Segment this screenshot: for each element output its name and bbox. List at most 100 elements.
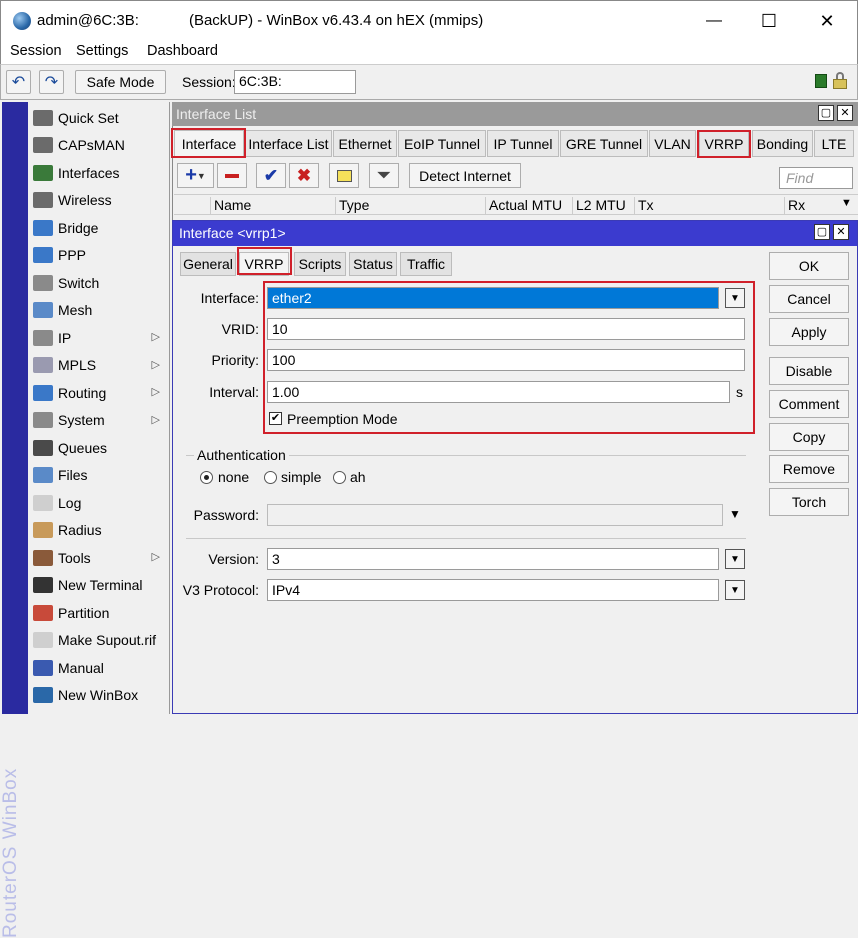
sidebar-item-tools[interactable]: Tools ▷ <box>28 544 170 571</box>
auth-none-radio[interactable] <box>200 471 213 484</box>
v3-protocol-dropdown-icon[interactable]: ▼ <box>725 580 745 600</box>
interface-select[interactable]: ether2 <box>267 287 719 309</box>
tab-interface[interactable]: Interface <box>174 130 244 157</box>
restore-icon[interactable]: ▢ <box>818 105 834 121</box>
column-menu-icon[interactable]: ▼ <box>838 197 858 214</box>
sidebar-item-quick-set[interactable]: Quick Set <box>28 104 170 131</box>
sidebar-item-new-terminal[interactable]: New Terminal <box>28 572 170 599</box>
auth-ah-radio[interactable] <box>333 471 346 484</box>
undo-icon[interactable]: ↶ <box>6 70 31 94</box>
sidebar-item-ip[interactable]: IP ▷ <box>28 324 170 351</box>
password-expand-icon[interactable]: ▼ <box>729 507 741 521</box>
sidebar-item-capsman[interactable]: CAPsMAN <box>28 132 170 159</box>
detect-internet-button[interactable]: Detect Internet <box>409 163 521 188</box>
sidebar-item-mesh[interactable]: Mesh <box>28 297 170 324</box>
tab-ethernet[interactable]: Ethernet <box>333 130 397 157</box>
sidebar-item-manual[interactable]: Manual <box>28 654 170 681</box>
find-input[interactable]: Find <box>779 167 853 189</box>
tab-ip-tunnel[interactable]: IP Tunnel <box>487 130 559 157</box>
tab-eoip-tunnel[interactable]: EoIP Tunnel <box>398 130 486 157</box>
disable-icon[interactable]: ✖ <box>289 163 319 188</box>
preemption-checkbox[interactable]: ✔ <box>269 412 282 425</box>
apply-button[interactable]: Apply <box>769 318 849 346</box>
column-l2-mtu[interactable]: L2 MTU <box>572 197 634 214</box>
supout-icon <box>33 632 53 648</box>
enable-icon[interactable]: ✔ <box>256 163 286 188</box>
copy-button[interactable]: Copy <box>769 423 849 451</box>
version-select[interactable]: 3 <box>267 548 719 570</box>
interface-dropdown-icon[interactable]: ▼ <box>725 288 745 308</box>
sidebar-item-switch[interactable]: Switch <box>28 269 170 296</box>
tab-vrrp[interactable]: VRRP <box>699 130 749 157</box>
sidebar-item-label: New Terminal <box>58 577 143 593</box>
dialog-restore-icon[interactable]: ▢ <box>814 224 830 240</box>
torch-button[interactable]: Torch <box>769 488 849 516</box>
add-icon[interactable]: + ▼ <box>177 163 214 188</box>
sidebar-item-routing[interactable]: Routing ▷ <box>28 379 170 406</box>
remove-button[interactable]: Remove <box>769 455 849 483</box>
auth-simple-radio[interactable] <box>264 471 277 484</box>
interface-list-title: Interface List <box>176 106 257 122</box>
v3-protocol-select[interactable]: IPv4 <box>267 579 719 601</box>
sidebar-item-make-supout-rif[interactable]: Make Supout.rif <box>28 627 170 654</box>
mesh-icon <box>33 302 53 318</box>
menu-settings[interactable]: Settings <box>76 43 128 59</box>
sidebar-item-log[interactable]: Log <box>28 489 170 516</box>
sidebar-item-ppp[interactable]: PPP <box>28 242 170 269</box>
menu-dashboard[interactable]: Dashboard <box>147 43 218 59</box>
column-actual-mtu[interactable]: Actual MTU <box>485 197 572 214</box>
dialog-tab-vrrp[interactable]: VRRP <box>239 252 289 276</box>
sidebar-item-label: Radius <box>58 522 102 538</box>
session-input[interactable]: 6C:3B: <box>234 70 356 94</box>
ok-button[interactable]: OK <box>769 252 849 280</box>
sidebar-item-radius[interactable]: Radius <box>28 517 170 544</box>
vrid-input[interactable]: 10 <box>267 318 745 340</box>
submenu-arrow-icon: ▷ <box>151 386 160 398</box>
interface-list-header: Interface List ▢ ✕ <box>172 102 858 126</box>
version-dropdown-icon[interactable]: ▼ <box>725 549 745 569</box>
minimize-button[interactable]: — <box>691 7 737 35</box>
sidebar-item-system[interactable]: System ▷ <box>28 407 170 434</box>
maximize-button[interactable]: ☐ <box>746 7 792 35</box>
priority-input[interactable]: 100 <box>267 349 745 371</box>
sidebar-item-files[interactable]: Files <box>28 462 170 489</box>
column-tx[interactable]: Tx <box>634 197 784 214</box>
tab-vlan[interactable]: VLAN <box>649 130 696 157</box>
sidebar-item-new-winbox[interactable]: New WinBox <box>28 682 170 709</box>
sidebar-item-label: Partition <box>58 604 110 621</box>
dialog-tab-status[interactable]: Status <box>349 252 397 276</box>
sidebar-item-mpls[interactable]: MPLS ▷ <box>28 352 170 379</box>
close-icon[interactable]: ✕ <box>837 105 853 121</box>
sidebar-item-interfaces[interactable]: Interfaces <box>28 159 170 186</box>
dialog-tab-traffic[interactable]: Traffic <box>400 252 452 276</box>
filter-icon[interactable]: ⏷ <box>369 163 399 188</box>
tab-gre-tunnel[interactable]: GRE Tunnel <box>560 130 648 157</box>
dialog-tab-scripts[interactable]: Scripts <box>294 252 346 276</box>
sidebar-item-wireless[interactable]: Wireless <box>28 187 170 214</box>
tab-lte[interactable]: LTE <box>814 130 854 157</box>
interval-input[interactable]: 1.00 <box>267 381 730 403</box>
sidebar-item-queues[interactable]: Queues <box>28 434 170 461</box>
session-label: Session: <box>182 74 236 90</box>
sidebar-item-partition[interactable]: Partition <box>28 599 170 626</box>
ppp-icon <box>33 247 53 263</box>
dialog-close-icon[interactable]: ✕ <box>833 224 849 240</box>
column-type[interactable]: Type <box>335 197 485 214</box>
sidebar-item-bridge[interactable]: Bridge <box>28 214 170 241</box>
comment-icon[interactable] <box>329 163 359 188</box>
cancel-button[interactable]: Cancel <box>769 285 849 313</box>
tab-interface-list[interactable]: Interface List <box>245 130 332 157</box>
safe-mode-button[interactable]: Safe Mode <box>75 70 166 94</box>
comment-button[interactable]: Comment <box>769 390 849 418</box>
column-name[interactable]: Name <box>210 197 334 214</box>
disable-button[interactable]: Disable <box>769 357 849 385</box>
redo-icon[interactable]: ↷ <box>39 70 64 94</box>
tab-bonding[interactable]: Bonding <box>752 130 813 157</box>
close-button[interactable]: ✕ <box>804 7 850 35</box>
dialog-tab-general[interactable]: General <box>180 252 236 276</box>
remove-icon[interactable] <box>217 163 247 188</box>
column-rx[interactable]: Rx <box>784 197 836 214</box>
sidebar-item-label: New WinBox <box>58 687 139 703</box>
menu-session[interactable]: Session <box>10 43 62 59</box>
password-input[interactable] <box>267 504 723 526</box>
